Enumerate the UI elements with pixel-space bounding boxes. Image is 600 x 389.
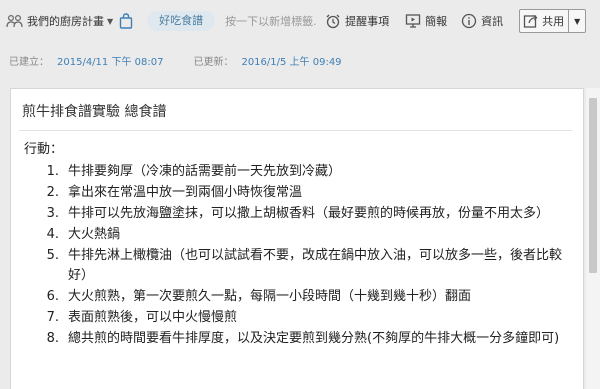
info-label: 資訊 (481, 15, 504, 28)
chevron-down-icon: ▼ (574, 16, 581, 26)
notebook-label: 我們的廚房計畫 (27, 15, 104, 28)
reminder-label: 提醒事項 (345, 15, 390, 28)
step-number: 4. (46, 227, 59, 242)
share-button-group: 共用 ▼ (519, 9, 587, 33)
step-text: 牛排可以先放海鹽塗抹，可以撒上胡椒香料（最好要煎的時候再放，份量不用太多） (68, 206, 550, 221)
chevron-down-icon: ▼ (107, 16, 114, 26)
share-menu-button[interactable]: ▼ (568, 10, 585, 32)
scrollbar-thumb[interactable] (589, 98, 597, 273)
step-number: 1. (46, 164, 59, 179)
note-body[interactable]: 行動： 1. 牛排要夠厚（冷凍的話需要前一天先放到冷藏） 2. 拿出來在常溫中放… (24, 141, 574, 350)
note-metadata: 已建立： 2015/4/11 下午 08:07 已更新： 2016/1/5 上午… (9, 52, 342, 68)
step-number: 6. (46, 289, 59, 304)
info-icon (462, 13, 477, 29)
step-text: 總共煎的時間要看牛排厚度，以及決定要煎到幾分熟(不夠厚的牛排大概一分多鐘即可) (68, 331, 560, 346)
step-number: 3. (46, 206, 59, 221)
step-number: 2. (46, 185, 59, 200)
list-item: 1. 牛排要夠厚（冷凍的話需要前一天先放到冷藏） (24, 162, 574, 182)
step-text: 大火煎熟，第一次要煎久一點，每隔一小段時間（十幾到幾十秒）翻面 (68, 289, 472, 304)
steps-list: 1. 牛排要夠厚（冷凍的話需要前一天先放到冷藏） 2. 拿出來在常溫中放一到兩個… (24, 162, 574, 349)
step-text: 拿出來在常溫中放一到兩個小時恢復常溫 (68, 185, 303, 200)
list-item: 2. 拿出來在常溫中放一到兩個小時恢復常溫 (24, 183, 574, 203)
note-toolbar: 我們的廚房計畫 ▼ 好吃食譜 按一下以新增標籤... 提醒事項 簡報 資訊 共用… (0, 0, 600, 42)
list-item: 7. 表面煎熟後，可以中火慢慢煎 (24, 308, 574, 328)
step-number: 5. (46, 248, 59, 263)
updated-date[interactable]: 2016/1/5 上午 09:49 (241, 53, 341, 68)
title-divider (19, 130, 572, 131)
note-title[interactable]: 煎牛排食譜實驗 總食譜 (22, 101, 166, 121)
step-number: 8. (46, 331, 59, 346)
step-number: 7. (46, 310, 59, 325)
vertical-scrollbar[interactable] (586, 88, 600, 389)
reminder-button[interactable]: 提醒事項 (325, 9, 389, 33)
created-date[interactable]: 2015/4/11 下午 08:07 (57, 53, 163, 68)
list-item: 4. 大火熱鍋 (24, 225, 574, 245)
info-button[interactable]: 資訊 (461, 9, 503, 33)
list-item: 3. 牛排可以先放海鹽塗抹，可以撒上胡椒香料（最好要煎的時候再放，份量不用太多） (24, 204, 574, 224)
created-label: 已建立： (9, 56, 49, 68)
section-heading: 行動： (24, 142, 64, 157)
alarm-clock-icon (326, 14, 340, 29)
presentation-label: 簡報 (425, 15, 448, 28)
share-label: 共用 (542, 15, 565, 28)
step-text: 大火熱鍋 (68, 227, 121, 242)
list-item: 5. 牛排先淋上橄欖油（也可以試試看不要，改成在鍋中放入油，可以放多一些，後者比… (24, 246, 574, 286)
list-item: 6. 大火煎熟，第一次要煎久一點，每隔一小段時間（十幾到幾十秒）翻面 (24, 287, 574, 307)
presentation-icon (406, 14, 421, 28)
notebook-selector[interactable]: 我們的廚房計畫 ▼ (6, 9, 113, 33)
tag-bag-icon[interactable] (119, 13, 133, 29)
share-icon (524, 14, 538, 28)
updated-label: 已更新： (193, 56, 234, 68)
share-button[interactable]: 共用 (520, 10, 568, 32)
step-text: 表面煎熟後，可以中火慢慢煎 (68, 310, 238, 325)
presentation-button[interactable]: 簡報 (405, 9, 447, 33)
add-tag-input[interactable]: 按一下以新增標籤... (225, 13, 317, 29)
tag-chip[interactable]: 好吃食譜 (147, 11, 216, 31)
step-text: 牛排先淋上橄欖油（也可以試試看不要，改成在鍋中放入油，可以放多一些，後者比較好） (68, 248, 563, 283)
list-item: 8. 總共煎的時間要看牛排厚度，以及決定要煎到幾分熟(不夠厚的牛排大概一分多鐘即… (24, 329, 574, 349)
shared-notebook-icon (6, 14, 23, 28)
step-text: 牛排要夠厚（冷凍的話需要前一天先放到冷藏） (68, 164, 342, 179)
note-editor[interactable]: 煎牛排食譜實驗 總食譜 行動： 1. 牛排要夠厚（冷凍的話需要前一天先放到冷藏）… (10, 88, 584, 389)
